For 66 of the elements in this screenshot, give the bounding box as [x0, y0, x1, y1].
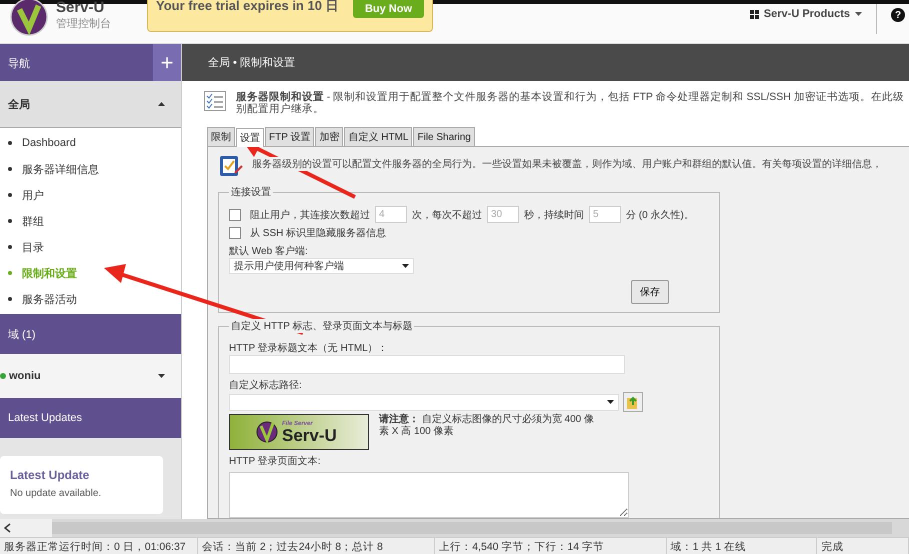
- app-subtitle: 管理控制台: [56, 17, 111, 31]
- page-text-area[interactable]: [229, 472, 629, 518]
- field-label: HTTP 登录标题文本（无 HTML）：: [229, 342, 389, 355]
- sidebar-item[interactable]: 用户: [0, 182, 181, 208]
- status-text: 服务器正常运行时间：0 日，01:06:37: [0, 538, 198, 554]
- status-dot-icon: [0, 373, 6, 379]
- group-title: 自定义 HTTP 标志、登录页面文本与标题: [229, 319, 414, 333]
- domain-item[interactable]: woniu: [0, 354, 181, 398]
- section-title: 全局: [8, 98, 30, 112]
- sidebar-item[interactable]: Dashboard: [0, 130, 181, 156]
- save-button[interactable]: 保存: [631, 280, 669, 304]
- caret-icon: [607, 400, 614, 404]
- sidebar-item[interactable]: 服务器详细信息: [0, 156, 181, 182]
- card-title: Latest Update: [10, 468, 90, 482]
- page-description: 服务器限制和设置 - 限制和设置用于配置整个文件服务器的基本设置和行为，包括 FTP 命令处理器定制和 SSL/SSH 加密证书选项。在此级别配置用户继承。: [236, 91, 905, 117]
- field-label: 自定义标志路径:: [229, 378, 303, 392]
- status-text: 域：1 共 1 在线: [666, 538, 818, 554]
- card-text: No update available.: [10, 488, 102, 499]
- upload-folder-button[interactable]: [623, 392, 643, 412]
- setting-label: 阻止用户，其连接次数超过: [250, 208, 370, 222]
- add-button[interactable]: +: [153, 44, 181, 81]
- updates-header[interactable]: Latest Updates: [0, 398, 181, 438]
- grid-icon: [750, 10, 759, 18]
- setting-label: 秒，持续时间: [524, 208, 584, 222]
- group-title: 连接设置: [230, 186, 272, 199]
- tab[interactable]: 限制: [207, 127, 235, 146]
- title-text-field[interactable]: [229, 355, 625, 374]
- tab[interactable]: File Sharing: [413, 127, 475, 146]
- logo-name: Serv-U: [282, 426, 337, 444]
- logo-icon: [10, 0, 48, 36]
- sidebar-item[interactable]: 群组: [0, 208, 181, 234]
- folder-arrow-icon: [627, 395, 639, 409]
- sidebar-item[interactable]: 目录: [0, 234, 181, 260]
- field-label: HTTP 登录页面文本:: [229, 454, 322, 468]
- setting-label: 分 (0 永久性)。: [626, 208, 694, 222]
- breadcrumb: 全局 • 限制和设置: [182, 44, 909, 81]
- nav-title: 导航: [7, 56, 31, 72]
- checklist-icon: [204, 91, 226, 111]
- setting-label: 次，每次不超过: [412, 208, 482, 222]
- help-icon[interactable]: ?: [891, 8, 905, 22]
- checkbox[interactable]: [229, 227, 241, 239]
- sidebar-item[interactable]: 服务器活动: [0, 286, 181, 312]
- checkbox[interactable]: [229, 208, 241, 220]
- domain-name: woniu: [9, 370, 42, 382]
- field-label: 默认 Web 客户端:: [229, 244, 309, 258]
- tab[interactable]: 自定义 HTML: [344, 127, 412, 146]
- status-text: 上行：4,540 字节；下行：14 字节: [435, 538, 667, 554]
- setting-label: 从 SSH 标识里隐藏服务器信息: [250, 226, 386, 240]
- logo-icon: [256, 420, 278, 444]
- tab[interactable]: 加密: [315, 127, 344, 146]
- tab[interactable]: FTP 设置: [265, 127, 314, 146]
- settings-icon: [218, 153, 244, 179]
- trial-text: Your free trial expires in 10 日: [156, 0, 339, 15]
- domains-header[interactable]: 域 (1): [0, 314, 181, 354]
- scroll-left-icon[interactable]: [4, 523, 11, 533]
- tab[interactable]: 设置: [236, 128, 264, 147]
- status-text: 会话：当前 2；过去24小时 8；总计 8: [198, 538, 436, 554]
- caret-icon: [855, 12, 862, 16]
- logo-note: 请注意： 自定义标志图像的尺寸必须为宽 400 像素 X 高 100 像素: [379, 414, 596, 439]
- app-name: Serv-U: [56, 0, 106, 16]
- section-header[interactable]: 全局: [0, 81, 181, 128]
- caret-icon: [402, 264, 409, 268]
- web-client-select[interactable]: 提示用户使用何种客户端: [229, 258, 414, 274]
- scrollbar-thumb[interactable]: [52, 522, 892, 534]
- status-text: 完成: [817, 538, 909, 554]
- products-menu[interactable]: Serv-U Products: [736, 8, 876, 20]
